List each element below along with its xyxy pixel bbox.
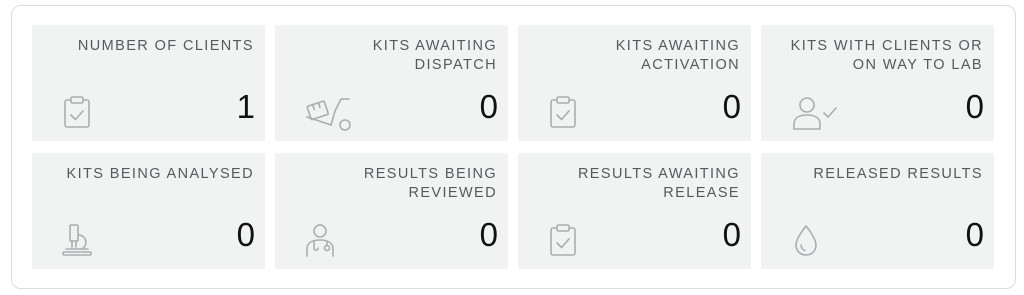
stat-card-value: 0	[965, 88, 984, 125]
stat-card-value: 1	[236, 88, 255, 125]
stat-card-results-awaiting-release[interactable]: RESULTS AWAITING RELEASE 0	[518, 153, 751, 269]
stat-card-label: RELEASED RESULTS	[813, 166, 983, 182]
stat-card-label: KITS AWAITING DISPATCH	[372, 38, 497, 73]
stat-card-value: 0	[722, 88, 741, 125]
stat-card-label: KITS AWAITING ACTIVATION	[615, 38, 740, 73]
stat-card-label: RESULTS AWAITING RELEASE	[577, 166, 740, 201]
stat-card-kits-being-analysed[interactable]: KITS BEING ANALYSED 0	[32, 153, 265, 269]
doctor-icon	[303, 223, 337, 257]
stat-card-value: 0	[479, 88, 498, 125]
stat-card-released-results[interactable]: RELEASED RESULTS 0	[761, 153, 994, 269]
stat-card-value: 0	[479, 216, 498, 253]
stat-card-label: RESULTS BEING REVIEWED	[363, 166, 497, 201]
stat-card-results-being-reviewed[interactable]: RESULTS BEING REVIEWED 0	[275, 153, 508, 269]
clipboard-check-icon	[60, 95, 94, 129]
user-check-icon	[791, 95, 839, 131]
clipboard-check-icon	[546, 223, 580, 257]
stat-card-kits-awaiting-activation[interactable]: KITS AWAITING ACTIVATION 0	[518, 25, 751, 141]
stat-card-label: KITS WITH CLIENTS OR ON WAY TO LAB	[790, 38, 983, 73]
stat-card-label: NUMBER OF CLIENTS	[77, 38, 254, 54]
stat-card-value: 0	[722, 216, 741, 253]
stat-card-value: 0	[965, 216, 984, 253]
stats-grid: NUMBER OF CLIENTS 1 KITS AWAITING DISPAT…	[32, 25, 994, 269]
stat-card-label: KITS BEING ANALYSED	[66, 166, 254, 182]
clipboard-check-icon	[546, 95, 580, 129]
stat-card-kits-with-clients[interactable]: KITS WITH CLIENTS OR ON WAY TO LAB 0	[761, 25, 994, 141]
stat-card-kits-awaiting-dispatch[interactable]: KITS AWAITING DISPATCH 0	[275, 25, 508, 141]
hand-truck-icon	[305, 95, 353, 131]
microscope-icon	[60, 223, 94, 257]
stat-card-number-of-clients[interactable]: NUMBER OF CLIENTS 1	[32, 25, 265, 141]
stat-card-value: 0	[236, 216, 255, 253]
droplet-icon	[789, 223, 823, 257]
